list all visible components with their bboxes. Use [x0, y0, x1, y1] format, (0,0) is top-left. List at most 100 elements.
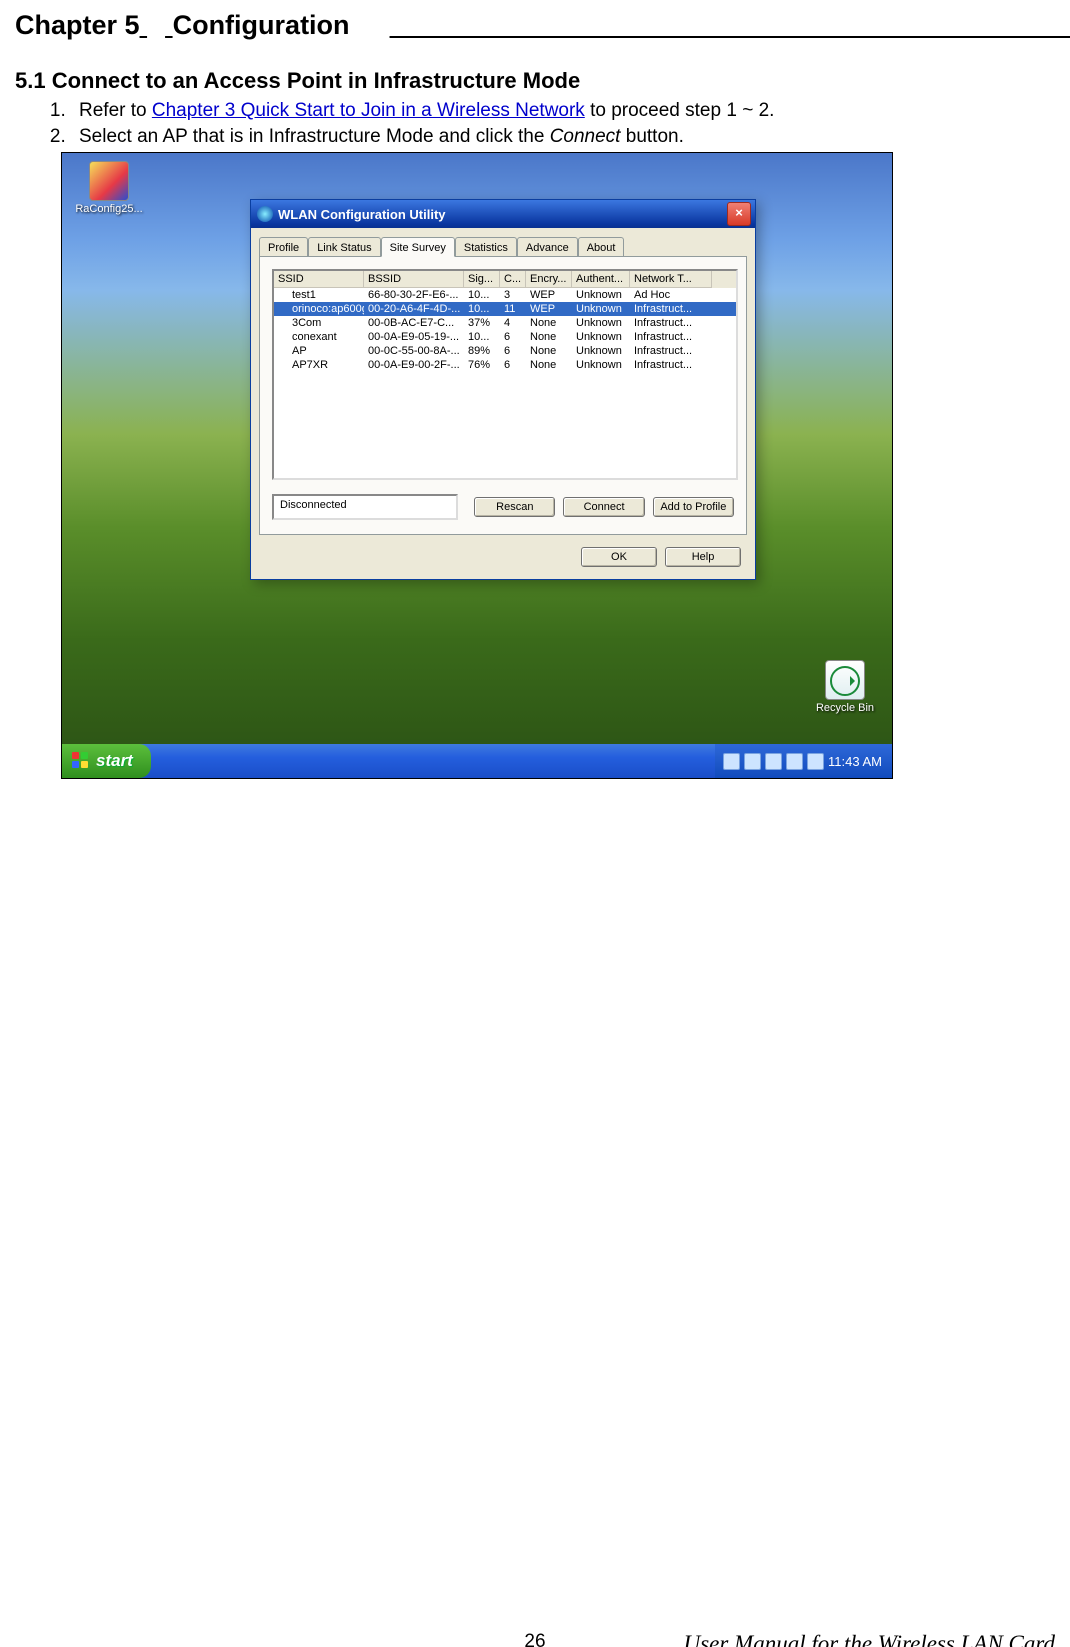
close-button[interactable]: × [727, 202, 751, 226]
tray-icon[interactable] [786, 753, 803, 770]
cell: Infrastruct... [630, 330, 712, 344]
ap-list-body[interactable]: test166-80-30-2F-E6-...10...3WEPUnknownA… [274, 288, 736, 478]
cell: Unknown [572, 344, 630, 358]
tab-profile[interactable]: Profile [259, 237, 308, 257]
rescan-button[interactable]: Rescan [474, 497, 555, 517]
connection-status: Disconnected [272, 494, 458, 520]
help-button[interactable]: Help [665, 547, 741, 567]
cell: 3Com [274, 316, 364, 330]
table-row[interactable]: 3Com00-0B-AC-E7-C...37%4NoneUnknownInfra… [274, 316, 736, 330]
page-number: 26 [524, 1631, 545, 1647]
table-row[interactable]: test166-80-30-2F-E6-...10...3WEPUnknownA… [274, 288, 736, 302]
wlan-config-dialog: WLAN Configuration Utility × Profile Lin… [250, 199, 756, 580]
cell: None [526, 344, 572, 358]
start-button[interactable]: start [62, 744, 151, 778]
chapter-heading: Chapter 5 Configuration [15, 10, 1055, 43]
cell: test1 [274, 288, 364, 302]
cell: Unknown [572, 330, 630, 344]
manual-title: User Manual for the Wireless LAN Card [684, 1631, 1055, 1647]
connect-button-reference: Connect [550, 126, 621, 147]
chapter-name: Configuration [173, 10, 350, 41]
raconfig-shortcut[interactable]: RaConfig25... [74, 161, 144, 215]
raconfig-icon [89, 161, 129, 201]
step-1: Refer to Chapter 3 Quick Start to Join i… [71, 100, 1055, 122]
connect-button[interactable]: Connect [563, 497, 644, 517]
cell: None [526, 358, 572, 372]
table-row[interactable]: AP7XR00-0A-E9-00-2F-...76%6NoneUnknownIn… [274, 358, 736, 372]
cell: 10... [464, 302, 500, 316]
start-label: start [96, 751, 133, 771]
tab-statistics[interactable]: Statistics [455, 237, 517, 257]
table-row[interactable]: orinoco:ap600g00-20-A6-4F-4D-...10...11W… [274, 302, 736, 316]
recycle-bin-icon [825, 660, 865, 700]
cell: 89% [464, 344, 500, 358]
tray-icon[interactable] [744, 753, 761, 770]
tab-about[interactable]: About [578, 237, 625, 257]
col-auth[interactable]: Authent... [572, 271, 630, 288]
cell: 10... [464, 330, 500, 344]
system-tray[interactable]: 11:43 AM [715, 744, 892, 778]
cell: AP [274, 344, 364, 358]
cell: Unknown [572, 316, 630, 330]
table-row[interactable]: conexant00-0A-E9-05-19-...10...6NoneUnkn… [274, 330, 736, 344]
col-channel[interactable]: C... [500, 271, 526, 288]
cell: 6 [500, 358, 526, 372]
add-to-profile-button[interactable]: Add to Profile [653, 497, 734, 517]
cell: 4 [500, 316, 526, 330]
cell: Unknown [572, 302, 630, 316]
chapter-label: Chapter 5 [15, 10, 140, 41]
cell: 6 [500, 344, 526, 358]
cell: WEP [526, 302, 572, 316]
cell: Infrastruct... [630, 344, 712, 358]
cell: Infrastruct... [630, 358, 712, 372]
chapter3-link[interactable]: Chapter 3 Quick Start to Join in a Wirel… [152, 100, 585, 121]
cell: None [526, 330, 572, 344]
col-signal[interactable]: Sig... [464, 271, 500, 288]
wlan-app-icon [257, 206, 273, 222]
tab-site-survey[interactable]: Site Survey [381, 237, 455, 257]
screenshot: RaConfig25... Recycle Bin WLAN Configura… [61, 152, 893, 779]
tab-link-status[interactable]: Link Status [308, 237, 380, 257]
ok-button[interactable]: OK [581, 547, 657, 567]
cell: 11 [500, 302, 526, 316]
cell: 66-80-30-2F-E6-... [364, 288, 464, 302]
cell: 00-0C-55-00-8A-... [364, 344, 464, 358]
col-network[interactable]: Network T... [630, 271, 712, 288]
table-row[interactable]: AP00-0C-55-00-8A-...89%6NoneUnknownInfra… [274, 344, 736, 358]
cell: None [526, 316, 572, 330]
cell: 3 [500, 288, 526, 302]
col-bssid[interactable]: BSSID [364, 271, 464, 288]
step-2: Select an AP that is in Infrastructure M… [71, 126, 1055, 148]
cell: Infrastruct... [630, 316, 712, 330]
tab-advance[interactable]: Advance [517, 237, 578, 257]
tray-icon[interactable] [723, 753, 740, 770]
tray-icon[interactable] [807, 753, 824, 770]
cell: 6 [500, 330, 526, 344]
taskbar[interactable]: start 11:43 AM [62, 744, 892, 778]
windows-logo-icon [72, 752, 90, 770]
tray-icon[interactable] [765, 753, 782, 770]
cell: conexant [274, 330, 364, 344]
raconfig-label: RaConfig25... [74, 203, 144, 215]
ap-list[interactable]: SSID BSSID Sig... C... Encry... Authent.… [272, 269, 738, 480]
cell: 10... [464, 288, 500, 302]
section-title: 5.1 Connect to an Access Point in Infras… [15, 68, 1055, 94]
cell: Unknown [572, 358, 630, 372]
dialog-title: WLAN Configuration Utility [278, 207, 446, 222]
cell: Unknown [572, 288, 630, 302]
dialog-titlebar[interactable]: WLAN Configuration Utility × [251, 200, 755, 228]
site-survey-panel: SSID BSSID Sig... C... Encry... Authent.… [259, 256, 747, 535]
clock[interactable]: 11:43 AM [828, 754, 882, 769]
cell: Infrastruct... [630, 302, 712, 316]
ap-list-header[interactable]: SSID BSSID Sig... C... Encry... Authent.… [274, 271, 736, 288]
close-icon: × [735, 205, 743, 220]
cell: 00-0B-AC-E7-C... [364, 316, 464, 330]
col-ssid[interactable]: SSID [274, 271, 364, 288]
cell: AP7XR [274, 358, 364, 372]
cell: Ad Hoc [630, 288, 712, 302]
cell: orinoco:ap600g [274, 302, 364, 316]
col-encrypt[interactable]: Encry... [526, 271, 572, 288]
cell: 37% [464, 316, 500, 330]
recycle-bin[interactable]: Recycle Bin [810, 660, 880, 714]
recycle-bin-label: Recycle Bin [810, 702, 880, 714]
